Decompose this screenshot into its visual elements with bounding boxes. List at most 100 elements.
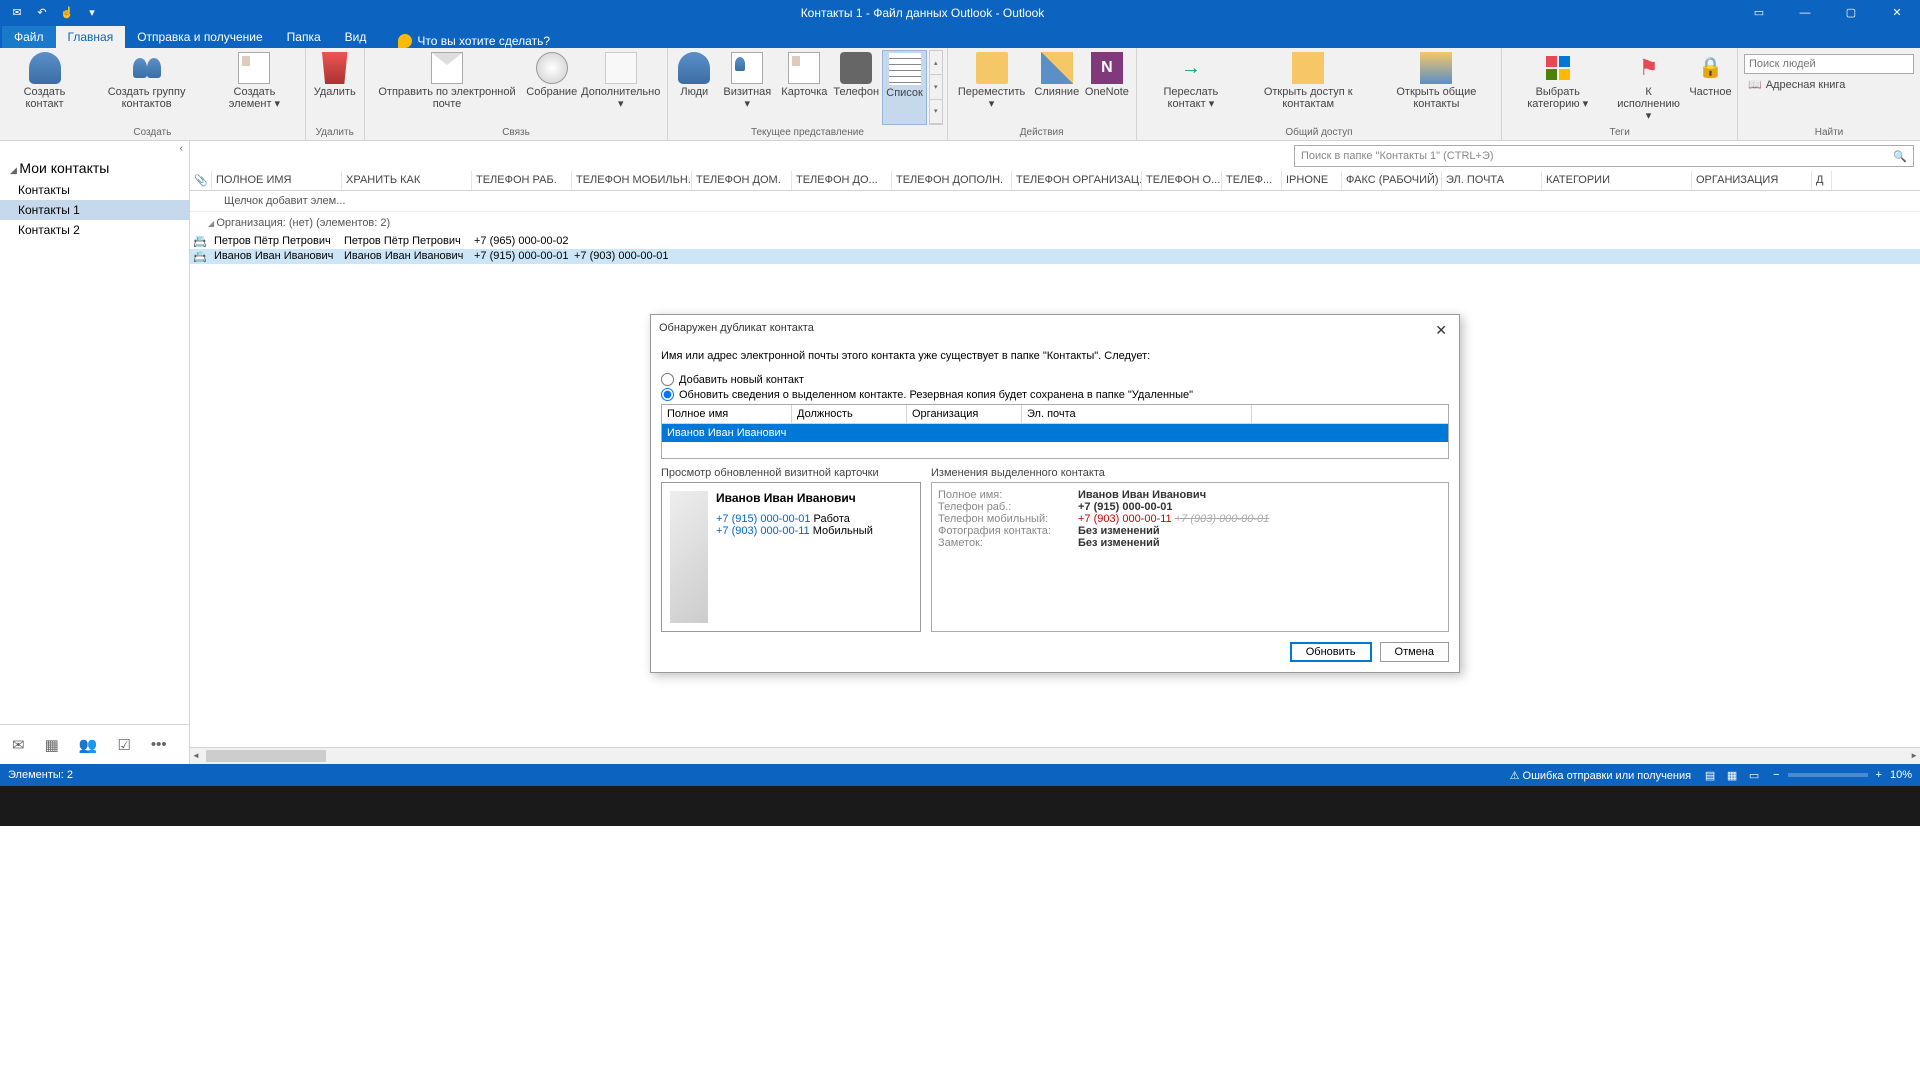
navigation-pane: ‹ Мои контакты Контакты Контакты 1 Конта… xyxy=(0,141,190,764)
photo-placeholder xyxy=(670,491,708,623)
column-header[interactable]: ТЕЛЕФ... xyxy=(1222,171,1282,190)
new-items-button[interactable]: Создать элемент ▾ xyxy=(208,50,301,125)
dialog-message: Имя или адрес электронной почты этого ко… xyxy=(661,350,1449,362)
tab-file[interactable]: Файл xyxy=(2,26,56,48)
zoom-out[interactable]: − xyxy=(1773,769,1779,781)
taskbar[interactable] xyxy=(0,786,1920,826)
tell-me[interactable]: Что вы хотите сделать? xyxy=(378,34,550,48)
forward-contact-button[interactable]: Переслать контакт ▾ xyxy=(1141,50,1241,125)
meeting-button[interactable]: Собрание xyxy=(525,50,578,125)
mail-merge-button[interactable]: Слияние xyxy=(1032,50,1082,125)
people-icon[interactable]: 👥 xyxy=(79,736,98,754)
new-contact-button[interactable]: Создать контакт xyxy=(4,50,85,125)
radio-update[interactable]: Обновить сведения о выделенном контакте.… xyxy=(661,387,1449,402)
dialog-title: Обнаружен дубликат контакта xyxy=(659,322,814,339)
column-header[interactable]: ТЕЛЕФОН РАБ. xyxy=(472,171,572,190)
changes-panel: Полное имя:Иванов Иван Иванович Телефон … xyxy=(931,482,1449,632)
column-header[interactable]: Д xyxy=(1812,171,1832,190)
column-header[interactable]: КАТЕГОРИИ xyxy=(1542,171,1692,190)
grid-row-selected[interactable]: Иванов Иван Иванович xyxy=(662,424,1448,442)
contact-row[interactable]: 📇 Иванов Иван Иванович Иванов Иван Ивано… xyxy=(190,249,1920,264)
move-button[interactable]: Переместить ▾ xyxy=(952,50,1032,125)
ribbon-tabs: Файл Главная Отправка и получение Папка … xyxy=(0,25,1920,48)
update-button[interactable]: Обновить xyxy=(1290,642,1372,662)
view-gallery-control[interactable]: ▴▾▾ xyxy=(929,50,942,125)
address-book-button[interactable]: 📖Адресная книга xyxy=(1744,76,1849,93)
group-header[interactable]: Организация: (нет) (элементов: 2) xyxy=(190,212,1920,234)
card-icon: 📇 xyxy=(190,250,210,263)
card-icon: 📇 xyxy=(190,235,210,248)
qat-sendreceive-icon[interactable]: ✉ xyxy=(6,3,28,23)
column-header[interactable]: IPHONE xyxy=(1282,171,1342,190)
tab-view[interactable]: Вид xyxy=(333,26,379,48)
status-bar: Элементы: 2 ⚠ Ошибка отправки или получе… xyxy=(0,764,1920,786)
private-button[interactable]: 🔒Частное xyxy=(1688,50,1733,125)
dialog-close-icon[interactable]: ✕ xyxy=(1431,322,1451,339)
search-icon: 🔍 xyxy=(1893,150,1907,163)
column-header[interactable]: ПОЛНОЕ ИМЯ xyxy=(212,171,342,190)
qat-customize-icon[interactable]: ▾ xyxy=(81,3,103,23)
qat-touch-icon[interactable]: ☝ xyxy=(56,3,78,23)
search-input[interactable]: Поиск в папке "Контакты 1" (CTRL+Э) 🔍 xyxy=(1294,145,1914,167)
tab-home[interactable]: Главная xyxy=(56,26,126,48)
email-button[interactable]: Отправить по электронной почте xyxy=(369,50,526,125)
send-error[interactable]: ⚠ Ошибка отправки или получения xyxy=(1510,769,1691,782)
column-header[interactable]: ОРГАНИЗАЦИЯ xyxy=(1692,171,1812,190)
calendar-icon[interactable]: ▦ xyxy=(45,736,59,754)
maximize-icon[interactable]: ▢ xyxy=(1828,0,1874,25)
share-contacts-button[interactable]: Открыть доступ к контактам xyxy=(1241,50,1376,125)
more-button[interactable]: Дополнительно ▾ xyxy=(578,50,663,125)
nav-item-contacts[interactable]: Контакты xyxy=(0,180,189,200)
view-bizcard-button[interactable]: Визитная ▾ xyxy=(716,50,778,125)
find-people-input[interactable] xyxy=(1744,54,1914,74)
ribbon: Создать контакт Создать группу контактов… xyxy=(0,48,1920,141)
delete-button[interactable]: Удалить xyxy=(310,50,360,125)
column-header[interactable]: ТЕЛЕФОН МОБИЛЬН... xyxy=(572,171,692,190)
my-contacts-header[interactable]: Мои контакты xyxy=(0,156,189,180)
zoom-slider[interactable] xyxy=(1788,773,1868,777)
open-shared-button[interactable]: Открыть общие контакты xyxy=(1375,50,1497,125)
close-icon[interactable]: ✕ xyxy=(1874,0,1920,25)
view-phone-button[interactable]: Телефон xyxy=(830,50,882,125)
nav-item-contacts1[interactable]: Контакты 1 xyxy=(0,200,189,220)
changes-title: Изменения выделенного контакта xyxy=(931,459,1449,482)
column-header[interactable]: ТЕЛЕФОН ОРГАНИЗАЦ... xyxy=(1012,171,1142,190)
tasks-icon[interactable]: ☑ xyxy=(117,736,130,754)
onenote-button[interactable]: NOneNote xyxy=(1082,50,1132,125)
view-mode-buttons[interactable]: ▤▦▭ xyxy=(1699,769,1765,782)
window-title: Контакты 1 - Файл данных Outlook - Outlo… xyxy=(109,6,1736,20)
ribbon-display-icon[interactable]: ▭ xyxy=(1736,0,1782,25)
item-count: Элементы: 2 xyxy=(8,769,73,781)
column-headers[interactable]: 📎ПОЛНОЕ ИМЯХРАНИТЬ КАКТЕЛЕФОН РАБ.ТЕЛЕФО… xyxy=(190,171,1920,191)
column-header[interactable]: ТЕЛЕФОН О... xyxy=(1142,171,1222,190)
zoom-level: 10% xyxy=(1890,769,1912,781)
view-people-button[interactable]: Люди xyxy=(672,50,716,125)
categorize-button[interactable]: Выбрать категорию ▾ xyxy=(1506,50,1609,125)
new-contact-group-button[interactable]: Создать группу контактов xyxy=(85,50,208,125)
zoom-in[interactable]: + xyxy=(1876,769,1882,781)
qat-undo-icon[interactable]: ↶ xyxy=(31,3,53,23)
view-list-button[interactable]: Список xyxy=(882,50,927,125)
book-icon: 📖 xyxy=(1748,78,1762,91)
contact-row[interactable]: 📇 Петров Пётр Петрович Петров Пётр Петро… xyxy=(190,234,1920,249)
collapse-pane-icon[interactable]: ‹ xyxy=(0,141,189,156)
view-card-button[interactable]: Карточка xyxy=(778,50,830,125)
column-header[interactable]: ФАКС (РАБОЧИЙ) xyxy=(1342,171,1442,190)
tab-sendreceive[interactable]: Отправка и получение xyxy=(125,26,274,48)
duplicate-grid: Полное имя Должность Организация Эл. поч… xyxy=(661,404,1449,459)
column-header[interactable]: ЭЛ. ПОЧТА xyxy=(1442,171,1542,190)
new-item-row[interactable]: Щелчок добавит элем... xyxy=(190,191,1920,212)
nav-item-contacts2[interactable]: Контакты 2 xyxy=(0,220,189,240)
more-nav-icon[interactable]: ••• xyxy=(151,736,167,753)
horizontal-scrollbar[interactable] xyxy=(190,747,1920,764)
radio-add-new[interactable]: Добавить новый контакт xyxy=(661,372,1449,387)
mail-icon[interactable]: ✉ xyxy=(12,736,25,754)
column-header[interactable]: ТЕЛЕФОН ДОМ. xyxy=(692,171,792,190)
column-header[interactable]: ТЕЛЕФОН ДОПОЛН. xyxy=(892,171,1012,190)
column-header[interactable]: ХРАНИТЬ КАК xyxy=(342,171,472,190)
column-header[interactable]: ТЕЛЕФОН ДО... xyxy=(792,171,892,190)
minimize-icon[interactable]: — xyxy=(1782,0,1828,25)
cancel-button[interactable]: Отмена xyxy=(1380,642,1449,662)
follow-up-button[interactable]: ⚑К исполнению ▾ xyxy=(1609,50,1688,125)
tab-folder[interactable]: Папка xyxy=(275,26,333,48)
